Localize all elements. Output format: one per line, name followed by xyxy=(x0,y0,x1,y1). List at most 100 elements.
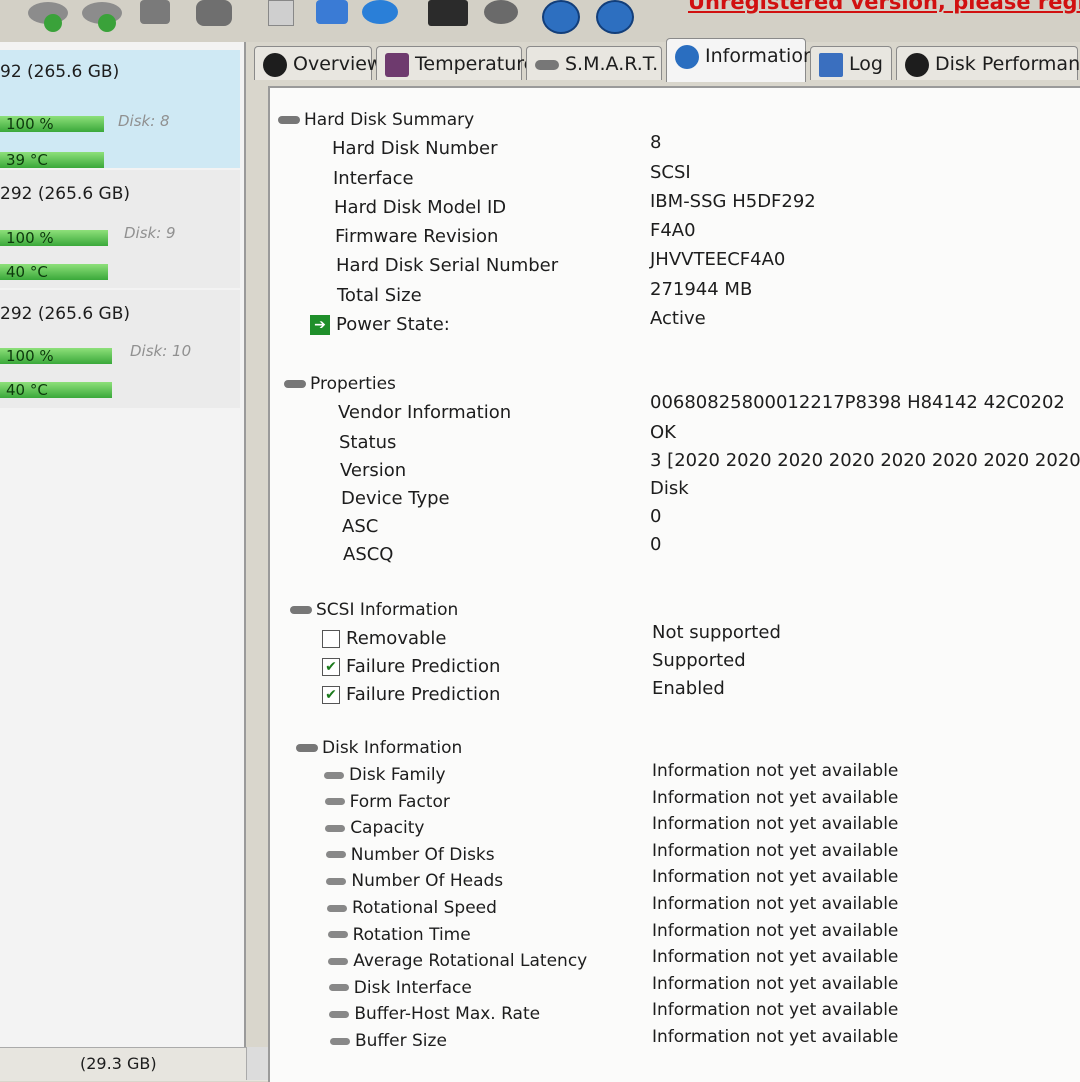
information-panel: Hard Disk Summary Hard Disk Number 8 Interf… xyxy=(268,86,1080,1082)
disk-info-label-text: Buffer-Host Max. Rate xyxy=(354,1004,541,1025)
summary-value: 8 xyxy=(650,132,662,153)
performance-icon xyxy=(905,52,929,77)
disk-info-label: Buffer Size xyxy=(330,1031,447,1051)
network-icon[interactable] xyxy=(362,0,398,24)
disk-info-value: Information not yet available xyxy=(652,840,899,861)
summary-label-text: Power State: xyxy=(336,314,450,335)
scsi-option[interactable]: ✔ Failure Prediction xyxy=(322,656,500,677)
disk-info-value: Information not yet available xyxy=(652,761,899,781)
partition-row[interactable]: (29.3 GB) xyxy=(0,1047,272,1081)
summary-value: 271944 MB xyxy=(650,279,753,300)
section-heading-text: Properties xyxy=(310,374,396,394)
disk-info-value: Information not yet available xyxy=(652,920,899,941)
summary-value: IBM-SSG H5DF292 xyxy=(650,191,816,212)
summary-value: Active xyxy=(650,308,706,329)
disk-info-label: Rotational Speed xyxy=(327,898,497,918)
disk-settings-icon[interactable] xyxy=(196,0,232,26)
tab-label: Overview xyxy=(293,53,383,75)
scsi-option-label: Failure Prediction xyxy=(346,656,501,677)
disk-icon xyxy=(324,771,344,779)
checkbox[interactable]: ✔ xyxy=(322,686,340,704)
property-label: ASCQ xyxy=(343,544,394,565)
disk-icon xyxy=(325,851,346,859)
scsi-option-label: Removable xyxy=(346,628,447,649)
disk-info-value: Information not yet available xyxy=(652,1027,899,1047)
tab-label: Disk Performance xyxy=(935,53,1080,75)
section-heading-text: Disk Information xyxy=(322,738,463,758)
disk-info-label: Buffer-Host Max. Rate xyxy=(329,1004,540,1024)
disk-info-label-text: Buffer Size xyxy=(355,1031,447,1051)
check-icon xyxy=(98,14,116,32)
summary-label: Hard Disk Model ID xyxy=(334,197,506,218)
disk-info-label: Average Rotational Latency xyxy=(328,951,587,971)
disk-title: 92 (265.6 GB) xyxy=(0,62,120,82)
checkbox[interactable] xyxy=(322,630,340,648)
health-bar: 100 % xyxy=(0,230,108,246)
refresh-icon[interactable] xyxy=(316,0,348,24)
health-bar: 100 % xyxy=(0,348,112,364)
tab-label: Log xyxy=(849,53,883,75)
disk-info-label: Disk Interface xyxy=(328,977,472,998)
disk-title: 292 (265.6 GB) xyxy=(0,304,131,324)
summary-label-text: Interface xyxy=(333,168,414,189)
disk-info-label: Number Of Heads xyxy=(326,871,503,891)
summary-label-text: Hard Disk Number xyxy=(332,138,498,159)
help-icon[interactable] xyxy=(542,0,580,34)
scsi-information-heading: SCSI Information xyxy=(290,600,458,620)
summary-label: Total Size xyxy=(337,285,422,306)
summary-label: Firmware Revision xyxy=(335,226,498,247)
computer-icon[interactable] xyxy=(428,0,468,26)
disk-list-item[interactable]: 292 (265.6 GB) 100 % Disk: 10 40 °C xyxy=(0,290,240,408)
disk-icon xyxy=(326,877,347,885)
checkmark-icon xyxy=(263,52,287,77)
disk-info-label-text: Capacity xyxy=(350,818,425,839)
temperature-bar: 40 °C xyxy=(0,382,112,398)
scsi-option[interactable]: Removable xyxy=(322,628,447,649)
tab-overview[interactable]: Overview xyxy=(254,46,382,80)
tab-label: Temperature xyxy=(415,53,536,75)
info-icon[interactable] xyxy=(596,0,634,34)
settings-icon[interactable] xyxy=(484,0,518,24)
disk-info-label: Form Factor xyxy=(324,792,450,812)
disk-info-label: Disk Family xyxy=(324,765,446,785)
section-disk-icon xyxy=(284,380,306,388)
tab-disk-performance[interactable]: Disk Performance xyxy=(896,46,1080,80)
tab-information[interactable]: Information xyxy=(666,38,815,82)
disk-icon xyxy=(327,931,348,939)
disk-info-label-text: Number Of Heads xyxy=(351,871,504,892)
document-icon[interactable] xyxy=(268,0,294,26)
section-disk-icon xyxy=(278,116,300,124)
property-label: Version xyxy=(340,460,407,481)
property-label: Status xyxy=(339,432,397,453)
summary-value: SCSI xyxy=(650,162,691,183)
disk-info-label: Number Of Disks xyxy=(325,844,495,865)
disk-list-item[interactable]: 92 (265.6 GB) 100 % Disk: 8 39 °C xyxy=(0,50,240,168)
disk-info-value: Information not yet available xyxy=(652,947,899,968)
summary-label-text: Firmware Revision xyxy=(335,226,499,247)
tab-temperature[interactable]: Temperature xyxy=(376,46,535,80)
disk-icon xyxy=(328,957,349,965)
summary-value: JHVVTEECF4A0 xyxy=(650,249,786,270)
checkbox[interactable]: ✔ xyxy=(322,658,340,676)
disk-info-label-text: Average Rotational Latency xyxy=(353,951,588,972)
property-value: 00680825800012217P8398 H84142 42C0202 xyxy=(650,392,1065,413)
disk-number-label: Disk: 10 xyxy=(130,342,192,360)
section-disk-icon xyxy=(290,606,312,614)
disk-list-item[interactable]: 292 (265.6 GB) 100 % Disk: 9 40 °C xyxy=(0,170,240,288)
disk-info-value: Information not yet available xyxy=(652,894,899,914)
disk-icon xyxy=(329,1010,350,1018)
disk-info-label-text: Number Of Disks xyxy=(350,844,495,865)
temperature-bar: 40 °C xyxy=(0,264,108,280)
unregistered-notice[interactable]: Unregistered version, please register xyxy=(688,0,1080,14)
disk-info-label-text: Rotation Time xyxy=(352,924,471,945)
hard-disk-summary-heading: Hard Disk Summary xyxy=(278,110,474,130)
tab-smart[interactable]: S.M.A.R.T. xyxy=(526,46,662,80)
disk-number-label: Disk: 8 xyxy=(118,112,170,130)
property-label: Vendor Information xyxy=(338,402,512,423)
disk-info-value: Information not yet available xyxy=(652,787,899,808)
tab-log[interactable]: Log xyxy=(810,46,892,80)
disk-icon xyxy=(325,824,346,832)
disk-info-label-text: Disk Interface xyxy=(353,977,472,998)
tool-icon[interactable] xyxy=(140,0,170,24)
scsi-option[interactable]: ✔ Failure Prediction xyxy=(322,684,500,705)
